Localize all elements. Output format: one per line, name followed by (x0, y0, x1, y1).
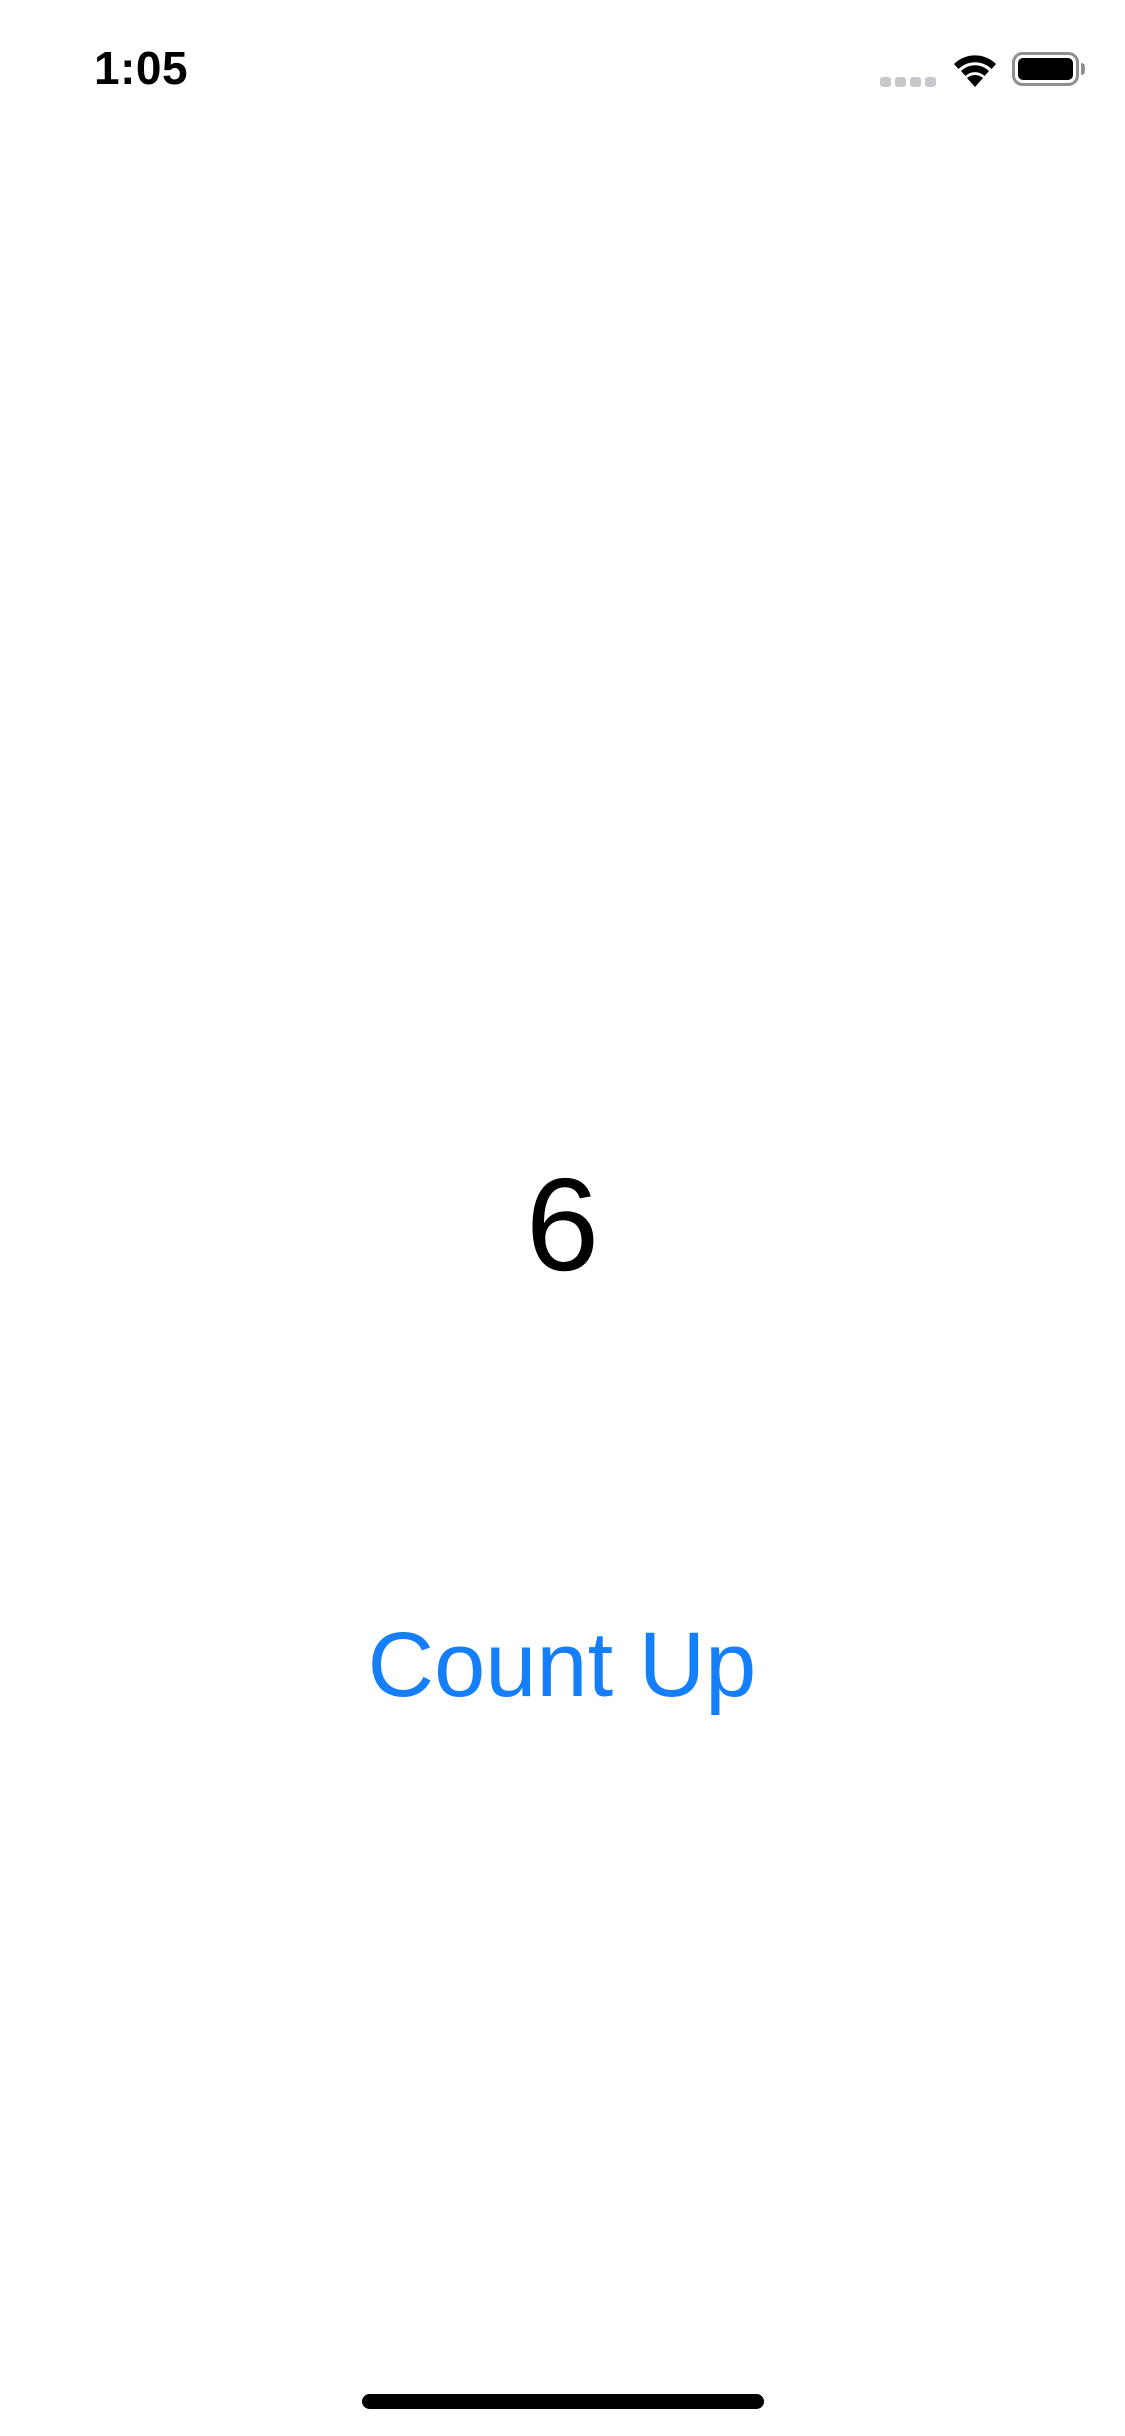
home-indicator[interactable] (362, 2394, 764, 2409)
status-time: 1:05 (94, 42, 189, 94)
cellular-signal-icon (880, 77, 936, 87)
status-bar: 1:05 (0, 0, 1125, 132)
count-up-button[interactable]: Count Up (312, 1600, 812, 1730)
battery-icon (1012, 52, 1085, 86)
counter-value: 6 (525, 1151, 600, 1298)
wifi-icon (954, 55, 996, 87)
